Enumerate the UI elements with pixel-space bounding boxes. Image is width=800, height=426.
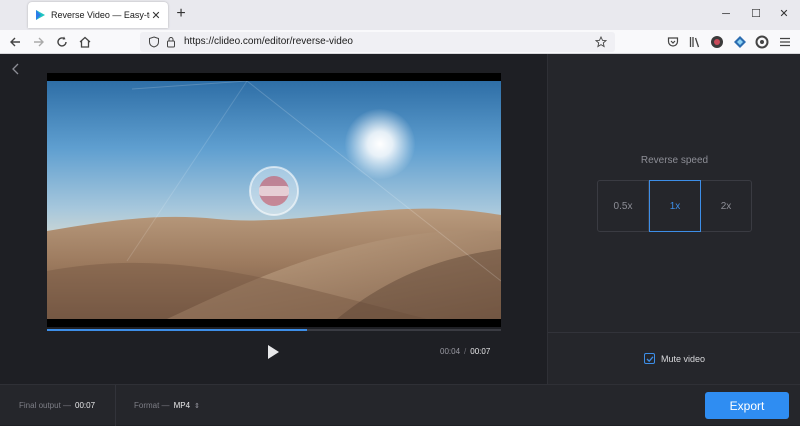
format-label: Format — [134, 401, 170, 410]
maximize-icon[interactable]: ☐ [748, 7, 764, 21]
url-text[interactable]: https://clideo.com/editor/reverse-video [184, 36, 353, 47]
editor-back-icon[interactable] [10, 62, 22, 76]
video-desert-dunes [47, 81, 501, 319]
mute-video-option[interactable]: Mute video [644, 353, 705, 364]
tab-title: Reverse Video — Easy-to-Use O [51, 10, 150, 20]
bottom-divider [115, 385, 116, 426]
editor-app: 00:04/00:07 Reverse speed 0.5x 1x 2x Mut… [0, 54, 800, 426]
speed-option-0.5x[interactable]: 0.5x [598, 181, 649, 231]
home-icon[interactable] [78, 35, 92, 49]
settings-panel: Reverse speed 0.5x 1x 2x Mute video [547, 54, 800, 384]
browser-tab[interactable]: Reverse Video — Easy-to-Use O ✕ [28, 2, 168, 28]
video-player[interactable] [47, 73, 501, 327]
lock-icon[interactable] [166, 36, 176, 48]
speed-option-2x[interactable]: 2x [701, 181, 751, 231]
reverse-speed-selector: 0.5x 1x 2x [597, 180, 752, 232]
final-output-info: Final output —00:07 [19, 401, 95, 410]
mute-video-label: Mute video [661, 353, 706, 364]
final-output-value: 00:07 [75, 401, 96, 410]
speed-option-1x[interactable]: 1x [649, 180, 701, 232]
video-timecode: 00:04/00:07 [440, 347, 490, 356]
play-icon[interactable] [266, 344, 280, 360]
final-output-label: Final output — [19, 401, 72, 410]
reload-icon[interactable] [55, 35, 69, 49]
video-frame [47, 81, 501, 319]
time-separator: / [464, 347, 467, 356]
export-button[interactable]: Export [705, 392, 789, 419]
format-value[interactable]: MP4 [174, 401, 190, 410]
address-bar[interactable]: https://clideo.com/editor/reverse-video [140, 32, 615, 52]
back-icon[interactable] [8, 35, 22, 49]
new-tab-button[interactable]: + [172, 5, 190, 23]
extension-ring-icon[interactable] [755, 35, 769, 49]
extension-diamond-icon[interactable] [733, 35, 747, 49]
format-updown-icon[interactable]: ⇕ [194, 402, 200, 410]
check-icon [646, 355, 653, 362]
extension-avatar-icon[interactable] [710, 35, 724, 49]
clideo-favicon-icon [36, 10, 45, 20]
current-time: 00:04 [440, 347, 461, 356]
library-icon[interactable] [688, 35, 702, 49]
menu-icon[interactable] [778, 35, 792, 49]
shield-icon[interactable] [148, 36, 160, 48]
forward-icon[interactable] [32, 35, 46, 49]
close-window-icon[interactable]: ✕ [776, 7, 792, 21]
minimize-icon[interactable]: ─ [718, 7, 734, 21]
bottom-bar: Final output —00:07 Format — MP4 ⇕ Export [0, 384, 800, 426]
reverse-speed-label: Reverse speed [640, 155, 709, 166]
video-progress-fill [47, 329, 308, 331]
pocket-icon[interactable] [666, 35, 680, 49]
close-tab-icon[interactable]: ✕ [150, 9, 162, 22]
browser-tab-bar: Reverse Video — Easy-to-Use O ✕ + ─ ☐ ✕ [0, 0, 800, 30]
video-duration: 00:07 [470, 347, 491, 356]
browser-nav-bar: https://clideo.com/editor/reverse-video [0, 30, 800, 54]
mute-video-checkbox[interactable] [644, 353, 655, 364]
format-selector[interactable]: Format — MP4 ⇕ [134, 401, 200, 410]
panel-divider [548, 332, 800, 333]
video-progress-bar[interactable] [47, 329, 501, 331]
bookmark-star-icon[interactable] [595, 36, 607, 48]
